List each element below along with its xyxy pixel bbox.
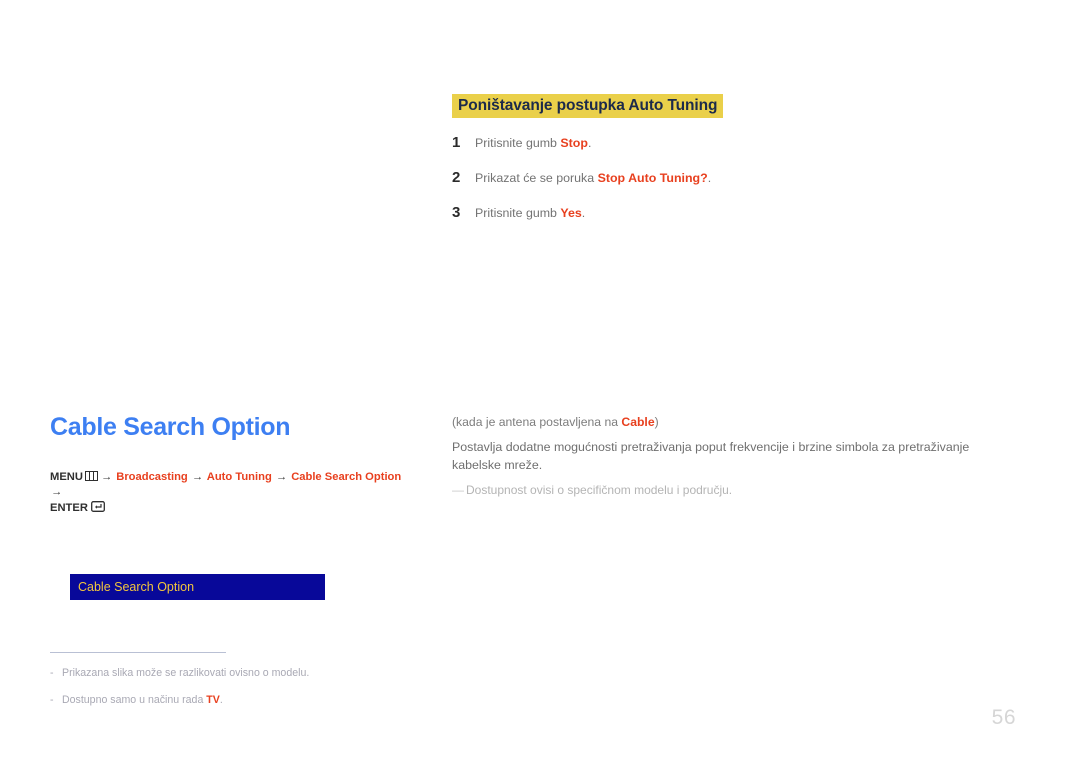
menu-grid-icon (84, 470, 98, 481)
enter-key-icon (90, 501, 105, 513)
condition-suffix: ) (654, 415, 659, 429)
breadcrumb: MENU → Broadcasting → Auto Tuning → Cable… (50, 470, 410, 517)
breadcrumb-enter-label: ENTER (50, 501, 88, 514)
breadcrumb-item-broadcasting[interactable]: Broadcasting (116, 471, 188, 483)
footnote-divider (50, 652, 226, 653)
step-number: 3 (452, 204, 461, 222)
step-text-prefix: Pritisnite gumb (475, 136, 561, 151)
page-number: 56 (991, 706, 1016, 729)
auto-tuning-cancel-section: Poništavanje postupka Auto Tuning 1 Prit… (452, 94, 972, 239)
step-text: Pritisnite gumb Stop. (475, 135, 591, 151)
step-text: Prikazat će se poruka Stop Auto Tuning?. (475, 170, 711, 186)
step-number: 1 (452, 134, 461, 152)
section-heading: Poništavanje postupka Auto Tuning (452, 94, 724, 119)
left-column: Cable Search Option MENU → Broadcasting →… (50, 413, 410, 517)
description-block: (kada je antena postavljena na Cable) Po… (452, 414, 992, 498)
page-title: Cable Search Option (50, 413, 291, 441)
step-keyword: Yes (560, 206, 582, 221)
emdash-icon: — (452, 483, 464, 498)
menu-option-box[interactable]: Cable Search Option (70, 574, 325, 600)
antenna-condition-line: (kada je antena postavljena na Cable) (452, 414, 992, 430)
step-text-prefix: Prikazat će se poruka (475, 171, 598, 186)
availability-note: — Dostupnost ovisi o specifičnom modelu … (452, 482, 992, 498)
step-list: 1 Pritisnite gumb Stop. 2 Prikazat će se… (452, 134, 972, 222)
step-text-suffix: . (581, 206, 586, 221)
breadcrumb-arrow: → (191, 470, 204, 483)
breadcrumb-arrow: → (275, 470, 288, 483)
step-item: 3 Pritisnite gumb Yes. (452, 204, 972, 222)
manual-page: Poništavanje postupka Auto Tuning 1 Prit… (0, 0, 1080, 763)
step-text: Pritisnite gumb Yes. (475, 205, 585, 221)
footnote-text-suffix: . (219, 693, 223, 706)
step-keyword: Stop (560, 136, 588, 151)
step-number: 2 (452, 169, 461, 187)
step-keyword: Stop Auto Tuning? (597, 171, 708, 186)
condition-keyword: Cable (621, 415, 655, 429)
footnote-text: Prikazana slika može se razlikovati ovis… (62, 667, 310, 679)
breadcrumb-arrow: → (51, 486, 63, 499)
breadcrumb-menu-label: MENU (50, 470, 83, 483)
step-item: 2 Prikazat će se poruka Stop Auto Tuning… (452, 169, 972, 187)
footnote-item: - Prikazana slika može se razlikovati ov… (50, 666, 370, 681)
step-text-prefix: Pritisnite gumb (475, 206, 561, 221)
description-text: Postavlja dodatne mogućnosti pretraživan… (452, 440, 970, 472)
breadcrumb-arrow: → (100, 470, 113, 483)
step-item: 1 Pritisnite gumb Stop. (452, 134, 972, 152)
footnote-text-body: Dostupno samo u načinu rada (62, 693, 207, 706)
footnote-badge-tv: TV (206, 693, 220, 706)
step-text-suffix: . (587, 136, 592, 151)
condition-prefix: (kada je antena postavljena na (452, 415, 622, 429)
breadcrumb-item-cable-search-option[interactable]: Cable Search Option (291, 471, 401, 483)
step-text-suffix: . (707, 171, 712, 186)
availability-text: Dostupnost ovisi o specifičnom modelu i … (466, 483, 733, 498)
breadcrumb-item-auto-tuning[interactable]: Auto Tuning (207, 471, 272, 483)
menu-option-label: Cable Search Option (78, 579, 195, 594)
footnote-dash: - (50, 667, 54, 679)
